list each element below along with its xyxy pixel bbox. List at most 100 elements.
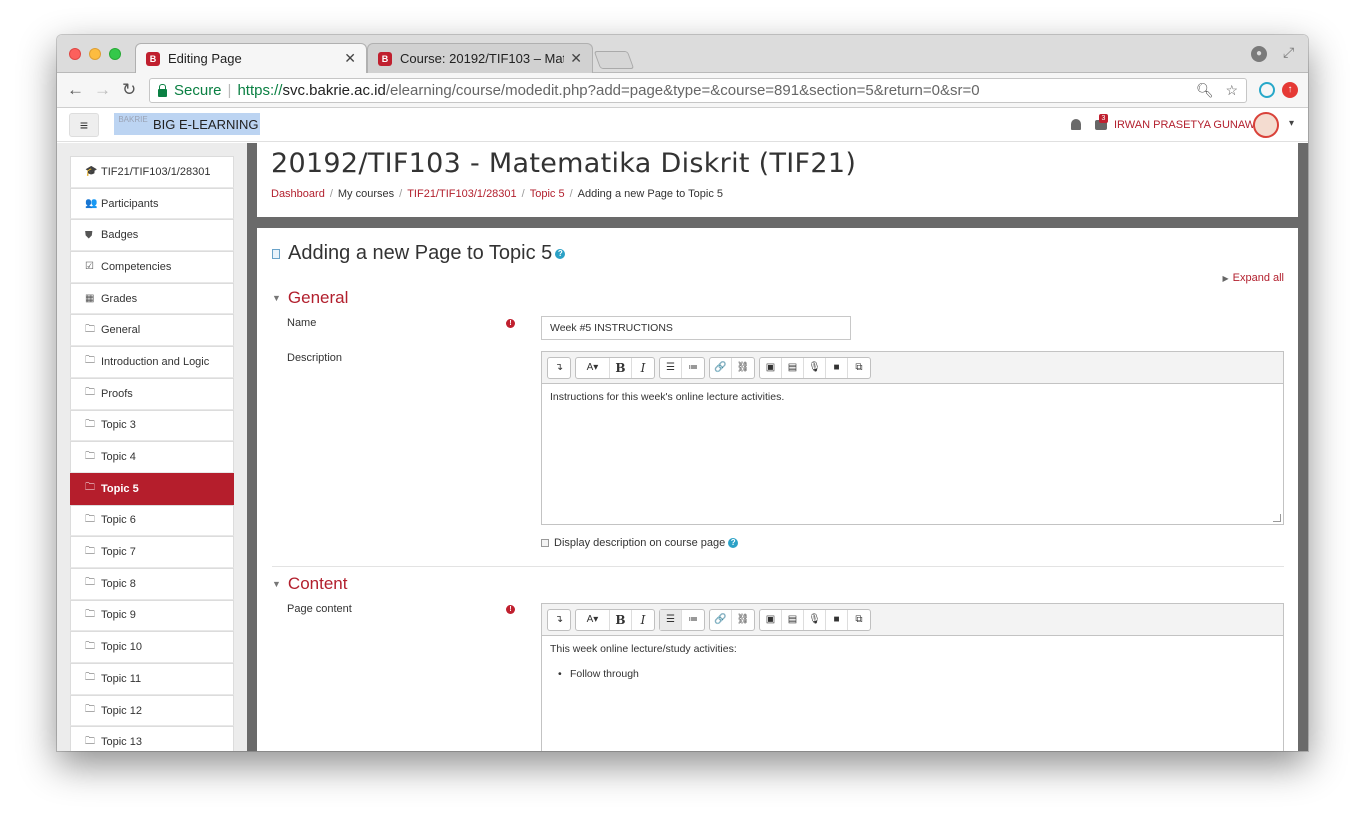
site-logo[interactable]: BAKRIE BIG E-LEARNING [114,113,261,135]
sidebar-item[interactable]: 🗀 Topic 7 [70,536,234,568]
breadcrumb-topic[interactable]: Topic 5 [530,188,565,200]
microphone-icon[interactable]: 🎙 [804,357,826,378]
image-icon[interactable]: ▣ [760,609,782,630]
sidebar-item[interactable]: ☑ Competencies [70,251,234,283]
sidebar-item[interactable]: ⛊ Badges [70,219,234,252]
unordered-list-icon[interactable]: ☰ [660,609,682,630]
window-close-button[interactable] [69,48,81,60]
caret-down-icon: ▼ [272,293,281,303]
manage-files-icon[interactable]: ⧉ [848,610,870,630]
tab-close-icon[interactable]: ✕ [344,50,356,67]
fullscreen-icon[interactable]: ⤢ [1283,44,1294,61]
user-avatar[interactable] [1253,112,1279,138]
section-content-title: Content [287,574,348,593]
sidebar-item[interactable]: 🗀 Topic 5 [70,472,234,505]
media-icon[interactable]: ▤ [782,357,804,378]
tab-title: Course: 20192/TIF103 – Mate [400,51,565,66]
user-name[interactable]: IRWAN PRASETYA GUNAWAN [1114,119,1270,131]
sidebar-item[interactable]: 🎓 TIF21/TIF103/1/28301 [70,156,234,188]
video-camera-icon[interactable]: ■ [826,609,848,630]
window-zoom-button[interactable] [109,48,121,60]
resize-handle[interactable] [1273,514,1281,522]
unlink-icon[interactable]: ⛓ [732,358,754,378]
extension-upload-icon[interactable]: ↑ [1282,82,1298,98]
paragraph-style-icon[interactable]: A▾ [576,357,610,378]
sidebar-item[interactable]: 🗀 Topic 9 [70,599,234,632]
tab-editing-page[interactable]: B Editing Page ✕ [135,43,367,73]
sidebar-item[interactable]: 🗀 Topic 13 [70,726,234,751]
image-icon[interactable]: ▣ [760,357,782,378]
bookmark-star-icon[interactable]: ☆ [1225,82,1238,98]
page-content-textarea[interactable]: This week online lecture/study activitie… [542,636,1283,751]
toolbar-group: A▾ B I [575,356,655,379]
sidebar-item[interactable]: 🗀 Proofs [70,377,234,410]
video-camera-icon[interactable]: ■ [826,357,848,378]
italic-icon[interactable]: I [632,358,654,378]
breadcrumb-separator: / [329,188,333,200]
sidebar-item[interactable]: 🗀 General [70,314,234,347]
show-more-buttons-icon[interactable]: ↴ [548,358,570,378]
sidebar-item[interactable]: 🗀 Topic 8 [70,567,234,600]
tab-strip: B Editing Page ✕ B Course: 20192/TIF103 … [57,35,1308,73]
expand-all-link[interactable]: ▶ Expand all [1222,272,1284,284]
reload-icon[interactable]: ↻ [122,80,136,100]
link-icon[interactable]: 🔗 [710,609,732,630]
section-general-toggle[interactable]: ▼ General [272,288,348,308]
sidebar-item[interactable]: 🗀 Topic 11 [70,663,234,695]
window-minimize-button[interactable] [89,48,101,60]
sidebar-item[interactable]: 🗀 Topic 6 [70,504,234,537]
site-name: BIG E-LEARNING [153,116,259,132]
help-icon[interactable]: ? [728,538,739,548]
sidebar-item[interactable]: 🗀 Topic 10 [70,631,234,663]
unordered-list-icon[interactable]: ☰ [660,357,682,378]
user-menu-caret-icon[interactable]: ▾ [1289,118,1294,129]
zoom-icon[interactable]: 🔍︎ [1196,82,1214,98]
help-icon[interactable]: ? [555,248,566,259]
breadcrumb-course[interactable]: TIF21/TIF103/1/28301 [407,188,516,200]
ordered-list-icon[interactable]: ≔ [682,358,704,378]
section-content-toggle[interactable]: ▼ Content [272,574,347,594]
unlink-icon[interactable]: ⛓ [732,610,754,630]
breadcrumb-current: Adding a new Page to Topic 5 [577,188,723,200]
tab-course[interactable]: B Course: 20192/TIF103 – Mate ✕ [367,43,593,73]
sidebar-item[interactable]: 🗀 Introduction and Logic [70,346,234,378]
link-icon[interactable]: 🔗 [710,357,732,378]
folder-icon: 🗀 [85,323,95,335]
breadcrumb-my-courses[interactable]: My courses [338,188,394,200]
breadcrumb-dashboard[interactable]: Dashboard [271,188,325,200]
microphone-icon[interactable]: 🎙 [804,609,826,630]
new-tab-button[interactable] [593,51,635,69]
forward-arrow-icon[interactable]: → [94,80,111,100]
profile-icon[interactable]: ● [1251,46,1267,62]
notification-bell-icon[interactable] [1071,119,1081,130]
paragraph-style-icon[interactable]: A▾ [576,609,610,630]
sidebar-item[interactable]: ▦ Grades [70,282,234,315]
bold-icon[interactable]: B [610,357,632,378]
name-input[interactable] [541,316,851,340]
address-bar[interactable]: Secure | https://svc.bakrie.ac.id/elearn… [149,78,1247,103]
display-description-checkbox[interactable] [541,539,549,547]
toolbar-group: ↴ [547,356,571,379]
italic-icon[interactable]: I [632,610,654,630]
description-textarea[interactable]: Instructions for this week's online lect… [542,384,1283,524]
sidebar-item[interactable]: 👥 Participants [70,187,234,220]
sidebar-item[interactable]: 🗀 Topic 3 [70,409,234,442]
ordered-list-icon[interactable]: ≔ [682,610,704,630]
menu-toggle-button[interactable]: ≡ [69,113,99,137]
bold-icon[interactable]: B [610,609,632,630]
show-more-buttons-icon[interactable]: ↴ [548,610,570,630]
sidebar-item[interactable]: 🗀 Topic 12 [70,694,234,727]
extension-globe-icon[interactable] [1259,82,1275,98]
sidebar-item-label: Badges [101,229,139,242]
tab-close-icon[interactable]: ✕ [570,50,582,67]
folder-icon: 🗀 [85,577,95,589]
expand-all-label: Expand all [1232,272,1284,284]
description-editor-toolbar: ↴ A▾ B I ☰ ≔ 🔗 ⛓ ▣ ▤ 🎙 ■ ⧉ [542,352,1283,384]
manage-files-icon[interactable]: ⧉ [848,358,870,378]
section-general-title: General [287,288,349,307]
sidebar-item[interactable]: 🗀 Topic 4 [70,441,234,473]
media-icon[interactable]: ▤ [782,609,804,630]
sidebar-item-label: Topic 10 [101,641,142,654]
course-header: 20192/TIF103 - Matematika Diskrit (TIF21… [257,143,1298,217]
back-arrow-icon[interactable]: ← [67,80,84,100]
